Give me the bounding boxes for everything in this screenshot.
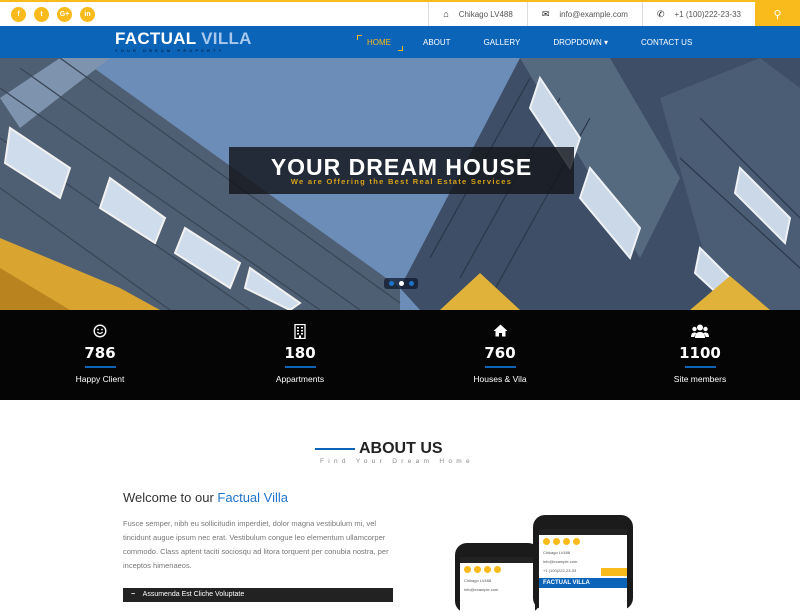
about-subtitle: Find Your Dream Home: [320, 458, 474, 465]
phone-email: info@example.com: [464, 587, 499, 592]
top-bar: f t G+ in ⌂ Chikago LV488 ✉ info@example…: [0, 0, 800, 26]
phone-address: Chikago LV488: [543, 550, 571, 555]
heading-accent-line: [315, 448, 355, 450]
collapse-icon: −: [131, 591, 136, 598]
phone-search-button: [601, 568, 627, 576]
brand-part-2: VILLA: [201, 29, 252, 48]
phone-text[interactable]: +1 (100)222-23-33: [675, 10, 742, 19]
nav-item-dropdown[interactable]: DROPDOWN ▾: [551, 34, 610, 51]
hero-caption: YOUR DREAM HOUSE We are Offering the Bes…: [229, 147, 574, 194]
slide-dot-3[interactable]: [408, 281, 414, 286]
social-links: f t G+ in: [11, 7, 95, 22]
phone-screen: Chikago LV488 info@example.com: [460, 557, 535, 613]
nav-item-home[interactable]: HOME: [355, 34, 403, 51]
main-navbar: FACTUAL VILLA Your Dream Property HOME A…: [0, 26, 800, 58]
stat-value: 760: [484, 344, 516, 362]
nav-item-contact-us[interactable]: CONTACT US: [639, 34, 694, 51]
stat-divider: [684, 366, 716, 368]
stats-bar: 786 Happy Client 180 Appartments 760 Hou…: [0, 310, 800, 400]
stat-divider: [84, 366, 116, 368]
phone-navbar: FACTUAL VILLA: [539, 578, 627, 588]
stat-divider: [484, 366, 516, 368]
home-icon: ⌂: [443, 9, 449, 19]
home-icon: [400, 324, 600, 338]
stat-value: 786: [84, 344, 116, 362]
nav-item-gallery[interactable]: GALLERY: [482, 34, 523, 51]
contact-info: ⌂ Chikago LV488 ✉ info@example.com ✆ +1 …: [428, 2, 755, 26]
search-button[interactable]: ⚲: [755, 2, 800, 26]
welcome-prefix: Welcome to our: [123, 490, 218, 505]
email-item[interactable]: ✉ info@example.com: [526, 2, 642, 26]
about-paragraph: Fusce semper, nibh eu sollicitudin imper…: [123, 519, 389, 570]
phone-phone: +1 (100)222-23-33: [543, 568, 577, 573]
building-icon: [200, 324, 400, 339]
stat-divider: [284, 366, 316, 368]
stat-appartments: 180 Appartments: [200, 310, 400, 400]
phone-social-icons: [539, 535, 627, 548]
linkedin-icon[interactable]: in: [80, 7, 95, 22]
stat-label: Appartments: [275, 374, 325, 384]
slide-dot-2[interactable]: [398, 281, 404, 286]
address-text: Chikago LV488: [458, 9, 513, 19]
stat-value: 180: [284, 344, 316, 362]
stat-label: Houses & Vila: [473, 374, 527, 384]
logo[interactable]: FACTUAL VILLA Your Dream Property: [115, 29, 252, 53]
about-title: ABOUT US: [359, 440, 443, 457]
welcome-highlight: Factual Villa: [217, 490, 288, 505]
about-section: ABOUT US Find Your Dream Home Welcome to…: [0, 400, 800, 613]
stat-value: 1100: [679, 344, 721, 362]
envelope-icon: ✉: [541, 8, 550, 19]
phone-address: Chikago LV488: [464, 578, 492, 583]
about-heading: ABOUT US: [315, 440, 443, 458]
phone-mockup-large: Chikago LV488 info@example.com +1 (100)2…: [533, 515, 633, 610]
slide-dot-1[interactable]: [388, 281, 394, 286]
hero-slider: YOUR DREAM HOUSE We are Offering the Bes…: [0, 58, 800, 310]
address-item: ⌂ Chikago LV488: [428, 2, 527, 26]
phone-phone-row: +1 (100)222-23-33: [539, 566, 627, 578]
twitter-icon[interactable]: t: [34, 7, 49, 22]
stat-happy-client: 786 Happy Client: [0, 310, 200, 400]
email-text[interactable]: info@example.com: [559, 10, 628, 19]
phone-icon: ✆: [656, 8, 665, 19]
nav-menu: HOME ABOUT GALLERY DROPDOWN ▾ CONTACT US: [355, 26, 723, 58]
stat-houses-vila: 760 Houses & Vila: [400, 310, 600, 400]
search-icon: ⚲: [773, 7, 782, 21]
stat-site-members: 1100 Site members: [600, 310, 800, 400]
phone-item[interactable]: ✆ +1 (100)222-23-33: [641, 2, 755, 26]
google-plus-icon[interactable]: G+: [57, 7, 72, 22]
brand-name: FACTUAL VILLA: [115, 29, 252, 49]
nav-item-about[interactable]: ABOUT: [421, 34, 453, 51]
welcome-heading: Welcome to our Factual Villa: [123, 490, 288, 505]
phone-mockup-small: Chikago LV488 info@example.com: [455, 543, 540, 613]
slider-pagination: [384, 278, 418, 289]
phone-screen: Chikago LV488 info@example.com +1 (100)2…: [539, 529, 627, 610]
phone-social-icons: [460, 563, 535, 576]
facebook-icon[interactable]: f: [11, 7, 26, 22]
brand-part-1: FACTUAL: [115, 29, 197, 48]
phone-email: info@example.com: [543, 559, 578, 564]
users-icon: [600, 324, 800, 338]
accordion-label: Assumenda Est Cliche Voluptate: [142, 591, 245, 598]
smile-icon: [0, 324, 200, 338]
stat-label: Happy Client: [75, 374, 125, 384]
stat-label: Site members: [673, 374, 727, 384]
